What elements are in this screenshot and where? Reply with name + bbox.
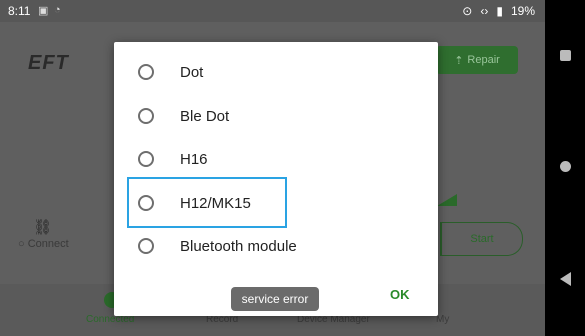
location-icon: ⊙: [462, 4, 473, 18]
image-icon: ▣: [38, 5, 49, 17]
option-label: Dot: [180, 63, 204, 81]
option-bluetooth-module[interactable]: Bluetooth module: [114, 226, 438, 266]
upload-icon: ⇡: [454, 54, 464, 67]
start-button[interactable]: Start: [440, 222, 523, 256]
app-logo: EFT: [28, 52, 69, 74]
option-h16[interactable]: H16: [114, 139, 438, 179]
option-dot[interactable]: Dot: [114, 52, 438, 92]
status-bar: 8:11 ▣ ◔ ⊙ ‹› ▮ 19%: [0, 0, 545, 22]
option-label: Bluetooth module: [180, 237, 297, 255]
indicator-triangle: [437, 194, 457, 206]
tab-my[interactable]: My: [436, 314, 449, 325]
battery-icon: ▮: [496, 4, 503, 18]
broken-link-icon[interactable]: ⛓: [33, 218, 52, 236]
device-type-dialog: Dot Ble Dot H16 H12/MK15 Bluetooth modul…: [114, 42, 438, 316]
home-icon[interactable]: [559, 161, 571, 172]
wifi-icon: ◔: [54, 4, 61, 16]
radio-button[interactable]: [138, 151, 154, 167]
radio-button[interactable]: [138, 108, 154, 124]
repair-label: Repair: [467, 54, 500, 66]
error-toast: service error: [231, 287, 319, 311]
radio-button[interactable]: [138, 64, 154, 80]
connect-label[interactable]: ○ Connect: [18, 238, 69, 250]
recents-icon[interactable]: [559, 50, 571, 61]
data-transfer-icon: ‹›: [480, 4, 489, 18]
start-label: Start: [470, 233, 494, 245]
option-label: Ble Dot: [180, 107, 230, 125]
back-icon[interactable]: [559, 272, 571, 286]
repair-button[interactable]: ⇡ Repair: [436, 46, 518, 74]
radio-button[interactable]: [138, 238, 154, 254]
radio-button[interactable]: [138, 195, 154, 211]
ok-button[interactable]: OK: [390, 287, 410, 302]
option-label: H12/MK15: [180, 194, 251, 212]
option-ble-dot[interactable]: Ble Dot: [114, 96, 438, 136]
battery-percent: 19%: [510, 4, 535, 18]
status-time: 8:11: [8, 4, 31, 18]
system-nav-bar: [545, 0, 585, 336]
option-h12-mk15[interactable]: H12/MK15: [114, 183, 438, 223]
option-label: H16: [180, 150, 208, 168]
